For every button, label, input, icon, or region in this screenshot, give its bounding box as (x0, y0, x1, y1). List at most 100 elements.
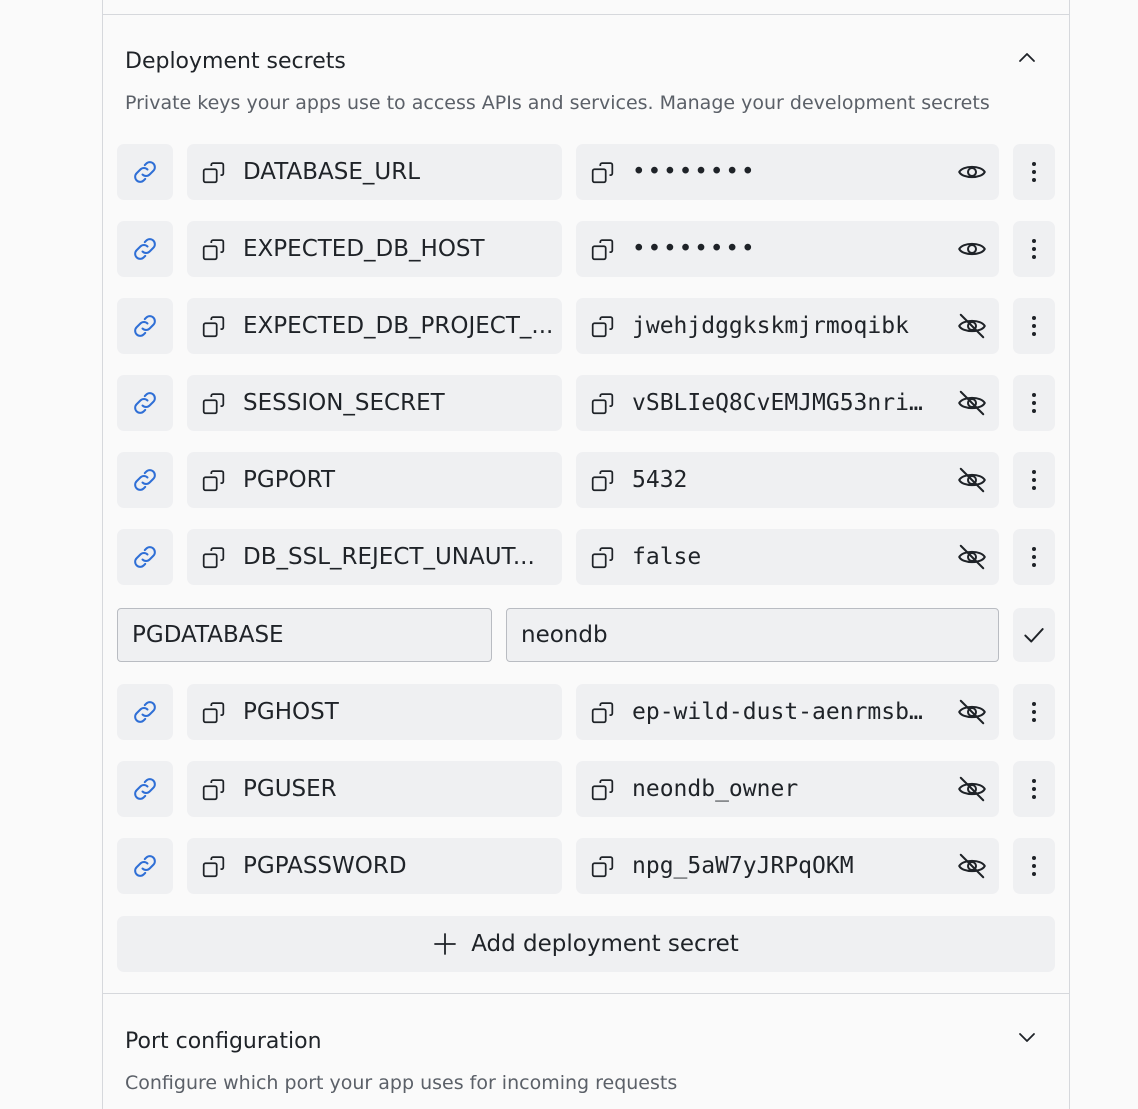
secret-edit-row: PGDATABASE neondb (117, 608, 1055, 662)
chevron-down-icon[interactable] (1015, 1025, 1039, 1049)
copy-icon[interactable] (201, 468, 227, 494)
copy-icon[interactable] (201, 700, 227, 726)
eye-off-icon[interactable] (957, 465, 987, 495)
eye-icon[interactable] (957, 234, 987, 264)
settings-panel: Deployment secrets Private keys your app… (102, 0, 1070, 1109)
link-secret-button[interactable] (117, 529, 173, 585)
secret-key-text: DB_SSL_REJECT_UNAUT... (243, 544, 535, 570)
secret-value-field: •••••••• (576, 144, 999, 200)
copy-icon[interactable] (590, 468, 616, 494)
link-icon (130, 697, 160, 727)
copy-icon[interactable] (590, 545, 616, 571)
link-icon (130, 851, 160, 881)
secret-row: DATABASE_URL •••••••• (117, 144, 1055, 200)
secret-value-field: vSBLIeQ8CvEMJMG53nri… (576, 375, 999, 431)
copy-icon[interactable] (590, 237, 616, 263)
secret-value-text: •••••••• (632, 236, 757, 262)
secret-key-text: PGUSER (243, 776, 337, 802)
link-secret-button[interactable] (117, 221, 173, 277)
link-icon (130, 234, 160, 264)
divider (103, 14, 1069, 15)
more-vertical-icon (1031, 468, 1037, 492)
link-secret-button[interactable] (117, 375, 173, 431)
more-options-button[interactable] (1013, 761, 1055, 817)
copy-icon[interactable] (590, 854, 616, 880)
add-deployment-secret-label: Add deployment secret (471, 931, 739, 957)
eye-off-icon[interactable] (957, 774, 987, 804)
secret-row: EXPECTED_DB_PROJECT_... jwehjdggkskmjrmoq… (117, 298, 1055, 354)
more-options-button[interactable] (1013, 684, 1055, 740)
secret-key-field: SESSION_SECRET (187, 375, 562, 431)
more-vertical-icon (1031, 160, 1037, 184)
secret-key-text: SESSION_SECRET (243, 390, 445, 416)
eye-icon[interactable] (957, 157, 987, 187)
secret-key-text: PGHOST (243, 699, 339, 725)
copy-icon[interactable] (201, 237, 227, 263)
link-icon (130, 311, 160, 341)
eye-off-icon[interactable] (957, 388, 987, 418)
copy-icon[interactable] (590, 777, 616, 803)
secret-value-input[interactable]: neondb (506, 608, 999, 662)
eye-off-icon[interactable] (957, 311, 987, 341)
link-secret-button[interactable] (117, 761, 173, 817)
secret-key-field: EXPECTED_DB_PROJECT_... (187, 298, 562, 354)
more-vertical-icon (1031, 777, 1037, 801)
eye-off-icon[interactable] (957, 851, 987, 881)
link-secret-button[interactable] (117, 684, 173, 740)
secret-value-text: vSBLIeQ8CvEMJMG53nri… (632, 390, 923, 416)
eye-off-icon[interactable] (957, 542, 987, 572)
secret-row: EXPECTED_DB_HOST •••••••• (117, 221, 1055, 277)
more-options-button[interactable] (1013, 375, 1055, 431)
secret-key-field: PGPORT (187, 452, 562, 508)
secret-key-field: PGUSER (187, 761, 562, 817)
secret-value-text: 5432 (632, 467, 688, 493)
copy-icon[interactable] (201, 160, 227, 186)
secret-value-text: false (632, 544, 702, 570)
copy-icon[interactable] (590, 314, 616, 340)
secret-key-field: PGHOST (187, 684, 562, 740)
copy-icon[interactable] (590, 160, 616, 186)
confirm-edit-button[interactable] (1013, 608, 1055, 662)
deployment-secrets-description: Private keys your apps use to access API… (125, 92, 990, 114)
divider (103, 993, 1069, 994)
secret-value-field: ep-wild-dust-aenrmsb… (576, 684, 999, 740)
link-secret-button[interactable] (117, 838, 173, 894)
secret-key-input[interactable]: PGDATABASE (117, 608, 492, 662)
copy-icon[interactable] (201, 545, 227, 571)
copy-icon[interactable] (201, 854, 227, 880)
more-options-button[interactable] (1013, 838, 1055, 894)
copy-icon[interactable] (590, 391, 616, 417)
secret-value-field: npg_5aW7yJRPqOKM (576, 838, 999, 894)
secret-key-field: DB_SSL_REJECT_UNAUT... (187, 529, 562, 585)
secret-value-field: jwehjdggkskmjrmoqibk (576, 298, 999, 354)
secret-key-field: DATABASE_URL (187, 144, 562, 200)
eye-off-icon[interactable] (957, 697, 987, 727)
copy-icon[interactable] (201, 391, 227, 417)
check-icon (1024, 628, 1044, 643)
more-options-button[interactable] (1013, 144, 1055, 200)
link-icon (130, 388, 160, 418)
deployment-secrets-title: Deployment secrets (125, 49, 346, 74)
link-secret-button[interactable] (117, 298, 173, 354)
secret-key-field: EXPECTED_DB_HOST (187, 221, 562, 277)
copy-icon[interactable] (201, 314, 227, 340)
copy-icon[interactable] (590, 700, 616, 726)
link-secret-button[interactable] (117, 452, 173, 508)
more-vertical-icon (1031, 237, 1037, 261)
chevron-up-icon[interactable] (1015, 46, 1039, 70)
link-secret-button[interactable] (117, 144, 173, 200)
copy-icon[interactable] (201, 777, 227, 803)
link-icon (130, 774, 160, 804)
more-options-button[interactable] (1013, 452, 1055, 508)
more-options-button[interactable] (1013, 529, 1055, 585)
more-options-button[interactable] (1013, 221, 1055, 277)
add-deployment-secret-button[interactable]: Add deployment secret (117, 916, 1055, 972)
secret-key-text: DATABASE_URL (243, 159, 421, 185)
secret-value-field: false (576, 529, 999, 585)
port-configuration-title: Port configuration (125, 1029, 322, 1054)
secret-key-text: PGPORT (243, 467, 336, 493)
secret-value-field: neondb_owner (576, 761, 999, 817)
more-options-button[interactable] (1013, 298, 1055, 354)
link-icon (130, 157, 160, 187)
secret-row: PGPASSWORD npg_5aW7yJRPqOKM (117, 838, 1055, 894)
